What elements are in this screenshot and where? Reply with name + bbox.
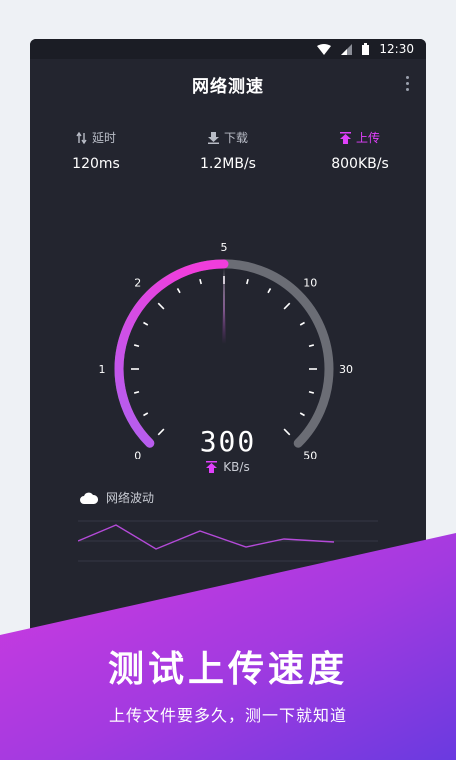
gauge-tick [308,344,315,347]
gauge-scale-label: 5 [221,241,228,254]
wave-header: 网络波动 [80,489,154,506]
overflow-menu-icon[interactable] [404,76,410,91]
gauge-scale-label: 1 [99,363,106,376]
latency-arrows-icon [76,131,87,144]
stats-row: 延时 120ms 下载 1.2MB/s 上传 800KB/s [30,129,426,172]
gauge-tick [143,321,149,326]
gauge-tick [299,321,305,326]
gauge-tick [267,288,272,294]
gauge-tick [176,288,181,294]
gauge-scale-label: 2 [134,277,141,290]
stat-latency: 延时 120ms [30,129,162,172]
wave-line [78,524,335,550]
wave-label: 网络波动 [106,491,155,505]
signal-icon [341,43,353,55]
speed-unit: KB/s [223,460,250,474]
stat-download-value: 1.2MB/s [200,156,256,172]
stat-latency-value: 120ms [72,156,120,172]
gauge-tick [157,302,165,310]
cloud-icon [80,492,98,504]
battery-icon [362,43,370,55]
page-title: 网络测速 [192,76,264,97]
download-icon [207,131,219,144]
promo-subline: 上传文件要多久，测一下就知道 [108,706,347,725]
speed-value: 300 [199,425,257,458]
speed-gauge: 0125103050 [99,241,354,459]
upload-icon [339,131,351,144]
gauge-reading: 300 KB/s [30,425,426,474]
upload-icon [206,461,218,473]
gauge-progress [114,259,229,448]
status-time: 12:30 [379,42,414,56]
gauge-scale-label: 30 [339,363,353,376]
gauge-tick [246,278,249,285]
stat-download-label: 下载 [223,131,248,145]
gauge-tick [308,391,315,394]
gauge-scale-label: 10 [303,277,317,290]
stat-upload-label: 上传 [355,131,380,145]
phone-screen: 12:30 网络测速 延时 120ms 下载 1.2MB/s 上传 800KB/… [30,39,426,679]
promo-headline: 测试上传速度 [107,649,348,690]
gauge-tick [133,391,140,394]
stat-latency-label: 延时 [91,131,116,145]
gauge-tick [299,412,305,417]
gauge-needle [222,268,226,344]
gauge-tick [143,412,149,417]
stat-download: 下载 1.2MB/s [162,129,294,172]
network-wave-chart [78,520,378,562]
status-bar: 12:30 [30,39,426,59]
gauge-tick [283,302,291,310]
stat-upload-value: 800KB/s [331,156,389,172]
gauge-tick [199,278,202,285]
wifi-icon [317,43,332,55]
app-bar: 网络测速 [30,59,426,109]
gauge-tick [133,344,140,347]
stat-upload: 上传 800KB/s [294,129,426,172]
